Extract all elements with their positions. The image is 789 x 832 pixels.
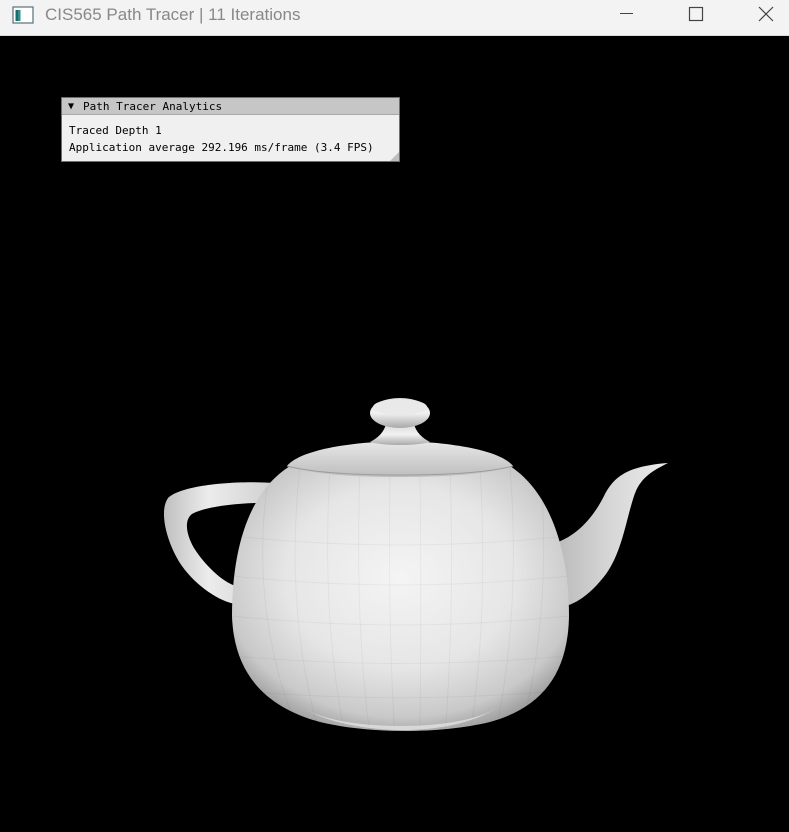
app-window: CIS565 Path Tracer | 11 Iterations ▼ Pat… xyxy=(0,0,789,832)
maximize-button[interactable] xyxy=(673,0,719,30)
minimize-icon xyxy=(620,13,633,14)
close-icon xyxy=(758,6,774,22)
title-bar[interactable]: CIS565 Path Tracer | 11 Iterations xyxy=(0,0,789,36)
window-title: CIS565 Path Tracer | 11 Iterations xyxy=(45,5,301,24)
minimize-button[interactable] xyxy=(604,0,650,30)
maximize-icon xyxy=(688,6,704,22)
path-tracer-analytics-panel[interactable]: ▼ Path Tracer Analytics Traced Depth 1 A… xyxy=(61,97,400,162)
close-button[interactable] xyxy=(743,0,789,30)
panel-title: Path Tracer Analytics xyxy=(83,100,223,113)
resize-grip-icon[interactable] xyxy=(390,152,399,161)
collapse-arrow-icon[interactable]: ▼ xyxy=(68,100,74,113)
application-average-text: Application average 292.196 ms/frame (3.… xyxy=(69,141,374,154)
traced-depth-text: Traced Depth 1 xyxy=(69,124,162,137)
render-viewport[interactable]: ▼ Path Tracer Analytics Traced Depth 1 A… xyxy=(0,36,789,832)
app-window-icon xyxy=(12,6,34,24)
panel-header[interactable]: ▼ Path Tracer Analytics xyxy=(62,98,399,115)
